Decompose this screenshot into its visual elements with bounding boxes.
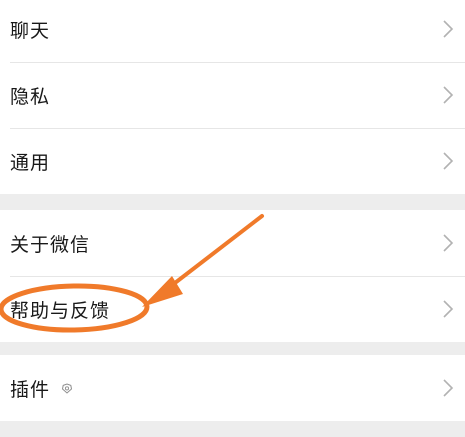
chevron-right-icon xyxy=(443,300,454,318)
settings-item-label: 插件 xyxy=(10,378,51,401)
plugin-icon xyxy=(61,383,73,394)
chevron-right-icon xyxy=(443,152,454,170)
chevron-right-icon xyxy=(443,20,454,38)
settings-group-plugins: 插件 xyxy=(0,355,465,421)
settings-page: 聊天 隐私 通用 关于微信 帮助与反馈 插件 xyxy=(0,0,465,437)
settings-item-chat[interactable]: 聊天 xyxy=(0,0,465,62)
chevron-right-icon xyxy=(443,379,454,397)
chevron-right-icon xyxy=(443,86,454,104)
settings-group-about: 关于微信 帮助与反馈 xyxy=(0,210,465,342)
settings-item-label: 关于微信 xyxy=(10,233,91,256)
chevron-right-icon xyxy=(443,234,454,252)
settings-item-label: 通用 xyxy=(10,151,51,174)
settings-item-about-wechat[interactable]: 关于微信 xyxy=(0,210,465,276)
settings-item-help-feedback[interactable]: 帮助与反馈 xyxy=(0,276,465,342)
settings-item-privacy[interactable]: 隐私 xyxy=(0,62,465,128)
settings-item-label: 聊天 xyxy=(10,19,51,42)
settings-item-label: 帮助与反馈 xyxy=(10,299,111,322)
settings-item-general[interactable]: 通用 xyxy=(0,128,465,194)
settings-item-label: 隐私 xyxy=(10,85,51,108)
settings-item-plugins[interactable]: 插件 xyxy=(0,355,465,421)
settings-group-basic: 聊天 隐私 通用 xyxy=(0,0,465,194)
